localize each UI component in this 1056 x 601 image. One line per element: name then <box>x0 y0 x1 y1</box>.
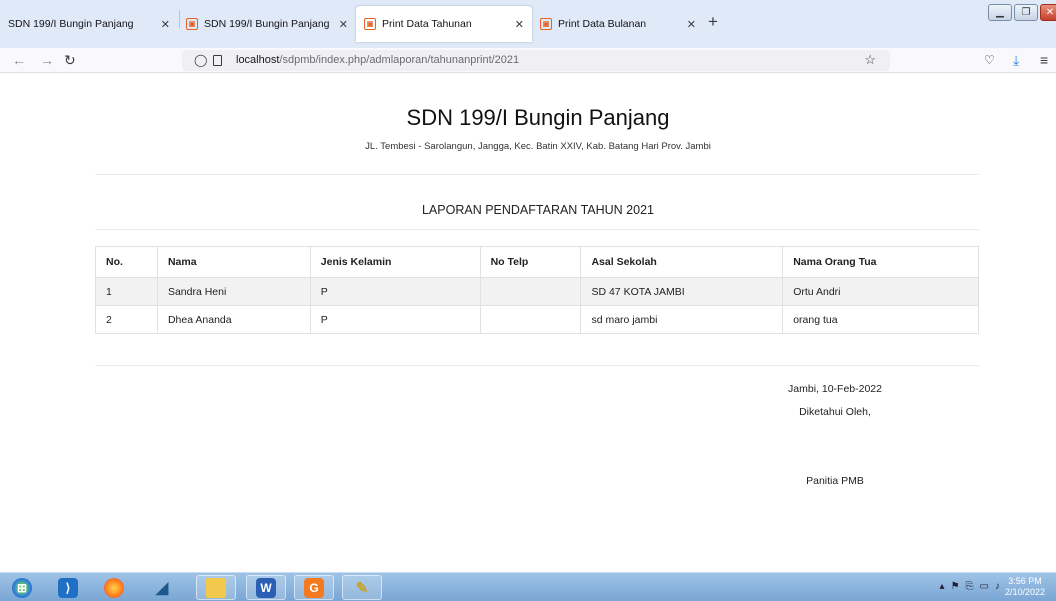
paint-palette-icon: ✎ <box>355 579 369 597</box>
url-host: localhost <box>236 54 280 66</box>
vscode-icon: ⟩ <box>58 577 78 598</box>
windows-logo-icon: ⊞ <box>12 577 32 598</box>
shield-icon[interactable]: ◯ <box>194 53 207 67</box>
column-header-no: No. <box>95 246 158 278</box>
back-arrow-icon[interactable]: ← <box>12 52 26 68</box>
volume-icon[interactable]: ♪ <box>995 581 1000 592</box>
tab-label: Print Data Tahunan <box>382 18 472 30</box>
table-header-row: No. Nama Jenis Kelamin No Telp Asal Seko… <box>95 246 979 278</box>
tab-print-data-tahunan[interactable]: ▣ Print Data Tahunan ✕ <box>356 6 532 42</box>
divider <box>95 365 979 366</box>
site-favicon-icon: ▣ <box>364 18 376 30</box>
taskbar-vscode[interactable]: ⟩ <box>48 575 88 600</box>
forward-arrow-icon[interactable]: → <box>40 52 54 68</box>
table-row: 1 Sandra Heni P SD 47 KOTA JAMBI Ortu An… <box>95 277 979 306</box>
divider <box>95 229 979 230</box>
browser-tab-bar: SDN 199/I Bungin Panjang ✕ ▣ SDN 199/I B… <box>0 0 1056 48</box>
url-text[interactable]: localhost/sdpmb/index.php/admlaporan/tah… <box>236 54 519 66</box>
page-content: SDN 199/I Bungin Panjang JL. Tembesi - S… <box>0 74 1056 572</box>
clock-date: 2/10/2022 <box>1004 587 1046 597</box>
tab-label: SDN 199/I Bungin Panjang <box>8 18 134 30</box>
reload-icon[interactable]: ↻ <box>64 52 76 68</box>
taskbar-word[interactable]: W <box>246 575 286 600</box>
firefox-icon <box>104 577 124 598</box>
close-tab-icon[interactable]: ✕ <box>161 18 170 31</box>
close-tab-icon[interactable]: ✕ <box>339 18 348 31</box>
table-cell: SD 47 KOTA JAMBI <box>580 277 784 306</box>
column-header-jenis-kelamin: Jenis Kelamin <box>309 246 481 278</box>
table-cell <box>479 305 582 334</box>
folder-icon <box>206 577 226 598</box>
taskbar-mysql[interactable]: ◢ <box>142 575 182 600</box>
close-window-icon[interactable]: ✕ <box>1040 4 1056 21</box>
tab-print-data-bulanan[interactable]: ▣ Print Data Bulanan ✕ <box>532 6 704 42</box>
maximize-icon[interactable]: ❐ <box>1014 4 1038 21</box>
column-header-no-telp: No Telp <box>479 246 582 278</box>
table-cell: P <box>309 277 481 306</box>
column-header-asal-sekolah: Asal Sekolah <box>580 246 784 278</box>
action-center-icon[interactable]: ⚑ <box>951 581 960 592</box>
windows-taskbar: ⊞ ⟩ ◢ W G ✎ ▴ ⚑ ⎘ ▭ ♪ 3:56 PM 2/10/2022 <box>0 572 1056 601</box>
tab-label: SDN 199/I Bungin Panjang <box>204 18 330 30</box>
close-tab-icon[interactable]: ✕ <box>687 18 696 31</box>
g-app-icon: G <box>304 577 324 598</box>
report-title: LAPORAN PENDAFTARAN TAHUN 2021 <box>421 203 654 217</box>
tab-sdn-home[interactable]: SDN 199/I Bungin Panjang ✕ <box>0 6 178 42</box>
download-icon[interactable]: ⤓ <box>1013 52 1019 68</box>
signature-place-date: Jambi, 10-Feb-2022 <box>788 383 882 395</box>
table-cell: P <box>309 305 481 334</box>
clock-time: 3:56 PM <box>1008 576 1042 586</box>
site-favicon-icon: ▣ <box>186 18 198 30</box>
column-header-nama-orang-tua: Nama Orang Tua <box>782 246 979 278</box>
dolphin-icon: ◢ <box>155 579 169 597</box>
registration-table: No. Nama Jenis Kelamin No Telp Asal Seko… <box>95 246 979 334</box>
plus-icon[interactable]: + <box>708 13 718 30</box>
network-icon[interactable]: ▭ <box>980 581 989 592</box>
close-tab-icon[interactable]: ✕ <box>515 18 524 31</box>
taskbar-paint[interactable]: ✎ <box>342 575 382 600</box>
taskbar-firefox[interactable] <box>94 575 134 600</box>
table-cell: orang tua <box>782 305 979 334</box>
school-name: SDN 199/I Bungin Panjang <box>406 105 670 130</box>
navigation-bar: ← → ↻ ◯ localhost/sdpmb/index.php/admlap… <box>0 48 1056 73</box>
table-cell: 2 <box>95 305 158 334</box>
school-address: JL. Tembesi - Sarolangun, Jangga, Kec. B… <box>365 141 711 152</box>
column-header-nama: Nama <box>156 246 311 278</box>
tab-label: Print Data Bulanan <box>558 18 647 30</box>
divider <box>95 174 979 175</box>
window-controls: ▁ ❐ ✕ <box>986 4 1056 21</box>
table-row: 2 Dhea Ananda P sd maro jambi orang tua <box>95 305 979 334</box>
table-cell: Ortu Andri <box>782 277 979 306</box>
address-bar[interactable]: ◯ localhost/sdpmb/index.php/admlaporan/t… <box>182 50 890 71</box>
system-tray: ▴ ⚑ ⎘ ▭ ♪ <box>940 581 1000 592</box>
taskbar-file-explorer[interactable] <box>196 575 236 600</box>
signature-signer: Panitia PMB <box>806 475 864 487</box>
table-cell: sd maro jambi <box>580 305 784 334</box>
table-cell <box>479 277 582 306</box>
url-path: /sdpmb/index.php/admlaporan/tahunanprint… <box>279 54 520 66</box>
start-button[interactable]: ⊞ <box>2 575 42 600</box>
signature-known-by: Diketahui Oleh, <box>799 406 871 418</box>
table-cell: Dhea Ananda <box>156 305 311 334</box>
bookmark-star-icon[interactable]: ☆ <box>864 52 876 68</box>
minimize-icon[interactable]: ▁ <box>988 4 1012 21</box>
table-cell: 1 <box>95 277 158 306</box>
page-icon <box>213 55 222 66</box>
taskbar-clock[interactable]: 3:56 PM 2/10/2022 <box>1002 576 1048 598</box>
taskbar-app-g[interactable]: G <box>294 575 334 600</box>
tray-expand-icon[interactable]: ▴ <box>940 581 945 592</box>
usb-icon[interactable]: ⎘ <box>966 581 974 592</box>
word-icon: W <box>256 577 276 598</box>
tab-sdn-site[interactable]: ▣ SDN 199/I Bungin Panjang ✕ <box>178 6 356 42</box>
pocket-icon[interactable]: ♡ <box>984 52 995 68</box>
table-cell: Sandra Heni <box>156 277 311 306</box>
site-favicon-icon: ▣ <box>540 18 552 30</box>
menu-icon[interactable]: ≡ <box>1040 52 1048 68</box>
